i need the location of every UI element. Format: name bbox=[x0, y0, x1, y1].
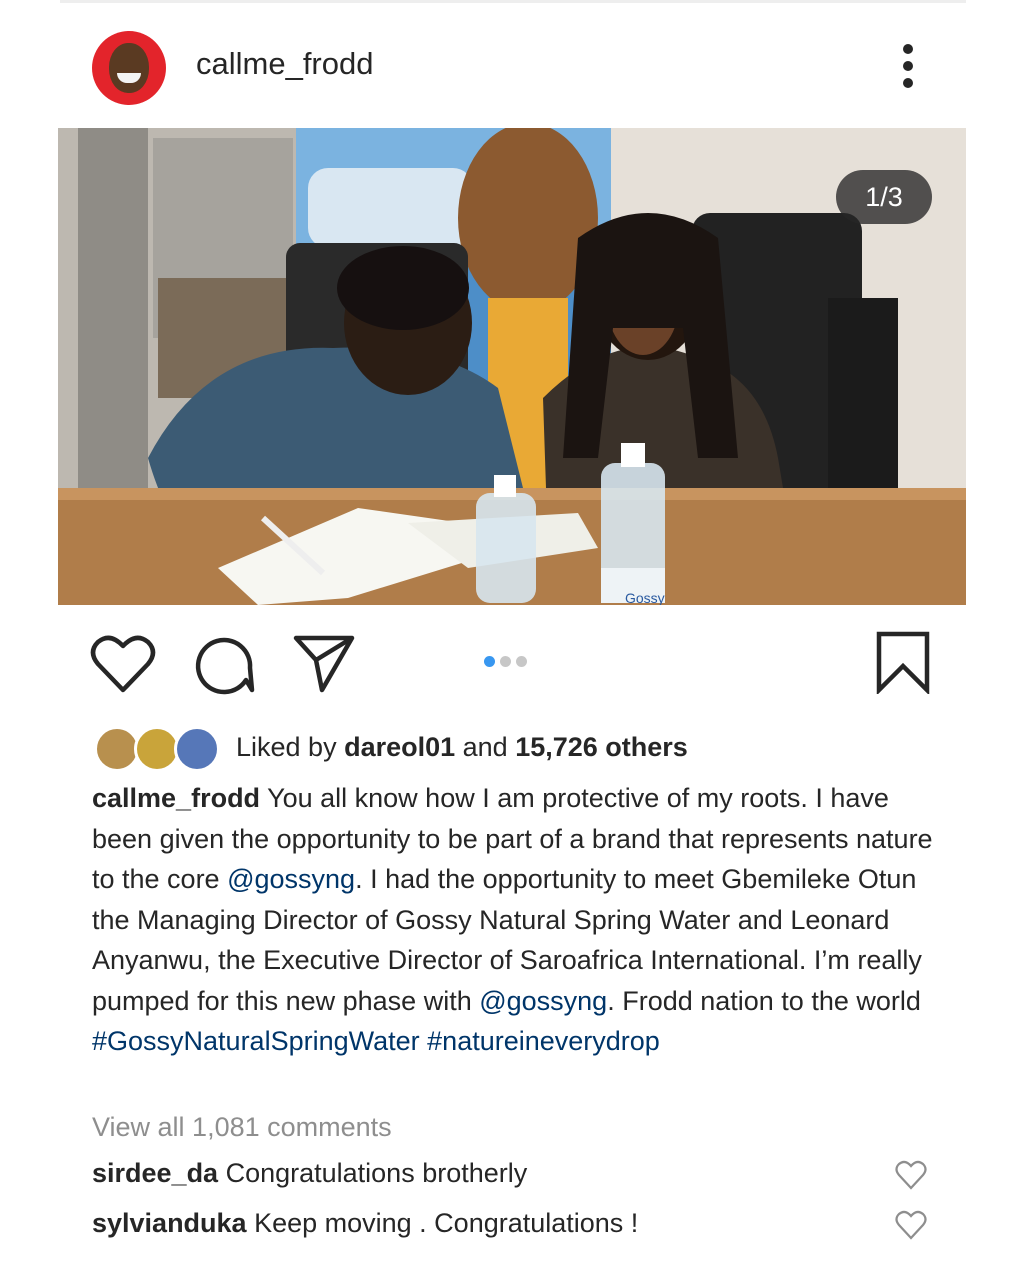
caption-text: . Frodd nation to the world bbox=[607, 985, 921, 1016]
comment-row: sirdee_da Congratulations brotherly bbox=[92, 1158, 952, 1189]
comment-text: Congratulations brotherly bbox=[218, 1158, 528, 1188]
comment-username[interactable]: sirdee_da bbox=[92, 1158, 218, 1188]
comment-username[interactable]: sylvianduka bbox=[92, 1208, 247, 1238]
likes-text[interactable]: Liked by dareol01 and 15,726 others bbox=[236, 732, 688, 763]
likes-prefix: Liked by bbox=[236, 732, 345, 762]
share-icon[interactable] bbox=[292, 632, 356, 694]
post-header: callme_frodd bbox=[0, 24, 1024, 105]
caption-username[interactable]: callme_frodd bbox=[92, 783, 260, 813]
liker-username[interactable]: dareol01 bbox=[344, 732, 455, 762]
likes-connector: and bbox=[455, 732, 516, 762]
more-options-icon[interactable] bbox=[894, 38, 924, 94]
carousel-dot bbox=[500, 656, 511, 667]
comment-row: sylvianduka Keep moving . Congratulation… bbox=[92, 1208, 952, 1239]
heart-icon[interactable] bbox=[90, 634, 156, 694]
hashtag-link[interactable]: #natureineverydrop bbox=[427, 1026, 660, 1056]
likes-row[interactable]: Liked by dareol01 and 15,726 others bbox=[92, 724, 952, 772]
comment-icon[interactable] bbox=[194, 634, 256, 696]
image-counter-badge: 1/3 bbox=[836, 170, 932, 224]
hashtag-link[interactable]: #GossyNaturalSpringWater bbox=[92, 1026, 420, 1056]
post-image[interactable]: Gossy bbox=[58, 128, 966, 605]
mention-link[interactable]: @gossyng bbox=[479, 986, 607, 1016]
likes-count[interactable]: 15,726 others bbox=[515, 732, 688, 762]
bookmark-icon[interactable] bbox=[874, 630, 932, 694]
carousel-indicator bbox=[484, 654, 532, 667]
bottle-label: Gossy bbox=[625, 590, 665, 605]
avatar[interactable] bbox=[92, 31, 166, 105]
carousel-dot-active bbox=[484, 656, 495, 667]
comment-like-icon[interactable] bbox=[895, 1210, 927, 1240]
view-all-comments-link[interactable]: View all 1,081 comments bbox=[92, 1112, 392, 1143]
post-photo-illustration: Gossy bbox=[58, 128, 966, 605]
comment-like-icon[interactable] bbox=[895, 1160, 927, 1190]
avatar-face bbox=[109, 43, 149, 93]
post-username[interactable]: callme_frodd bbox=[196, 46, 373, 82]
comment-text: Keep moving . Congratulations ! bbox=[246, 1208, 639, 1238]
post-caption: callme_frodd You all know how I am prote… bbox=[92, 778, 952, 1062]
mention-link[interactable]: @gossyng bbox=[227, 864, 355, 894]
liker-avatar bbox=[174, 726, 220, 772]
top-divider bbox=[60, 0, 966, 3]
carousel-dot bbox=[516, 656, 527, 667]
